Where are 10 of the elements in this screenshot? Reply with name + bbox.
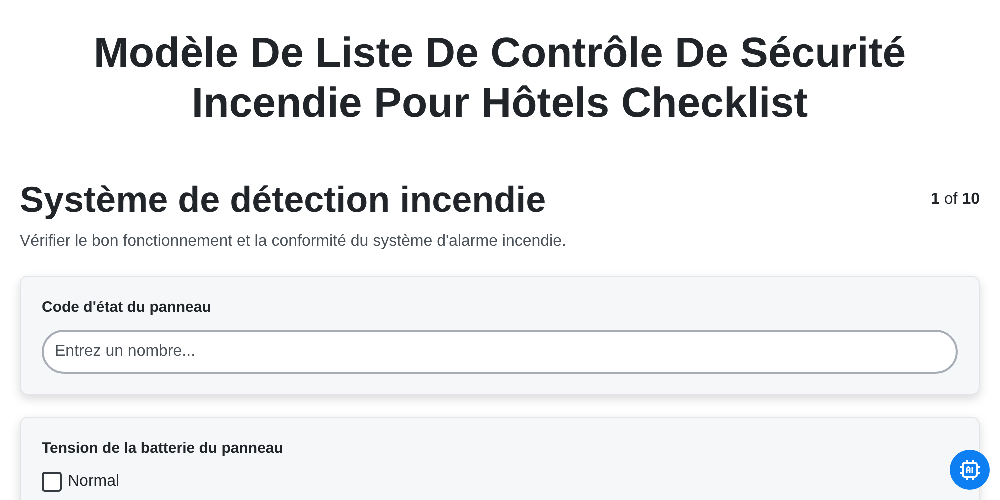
chip-icon xyxy=(958,458,982,482)
section-heading: Système de détection incendie xyxy=(20,178,546,222)
section-description: Vérifier le bon fonctionnement et la conformité du système d'alarme incendie. xyxy=(20,232,568,252)
page-title: Modèle De Liste De Contrôle De Sécurité Incendie Pour Hôtels Checklist xyxy=(92,28,908,128)
page-counter: 1 of 10 xyxy=(931,190,980,210)
question-label: Code d'état du panneau xyxy=(42,298,212,318)
question-label: Tension de la batterie du panneau xyxy=(42,438,284,458)
number-field[interactable]: Entrez un nombre... xyxy=(42,330,958,374)
checkbox[interactable] xyxy=(42,472,62,492)
checkbox-label: Normal xyxy=(68,472,120,492)
